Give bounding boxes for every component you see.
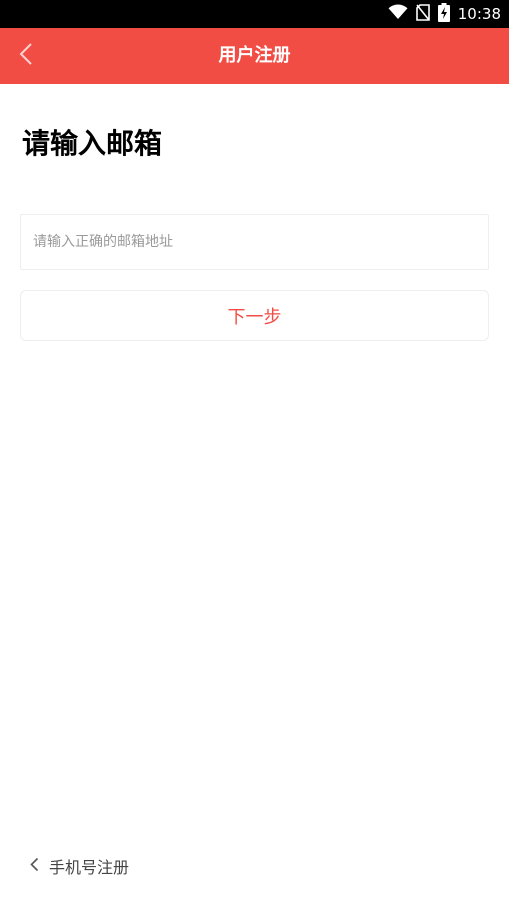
wifi-icon <box>388 4 408 24</box>
phone-register-label: 手机号注册 <box>49 858 130 877</box>
status-bar: 10:38 <box>0 0 509 28</box>
battery-charging-icon <box>437 2 450 26</box>
next-button[interactable]: 下一步 <box>20 290 489 341</box>
page-title: 用户注册 <box>218 45 291 66</box>
status-time: 10:38 <box>457 5 501 23</box>
email-input[interactable] <box>20 214 489 270</box>
chevron-left-icon <box>30 857 39 876</box>
back-button[interactable] <box>8 36 44 76</box>
email-heading: 请输入邮箱 <box>22 127 163 160</box>
phone-register-link[interactable]: 手机号注册 <box>30 852 129 880</box>
status-icons: 10:38 <box>388 0 501 28</box>
app-bar: 用户注册 <box>0 28 509 84</box>
no-sim-icon <box>415 3 430 25</box>
chevron-left-icon <box>19 42 33 70</box>
